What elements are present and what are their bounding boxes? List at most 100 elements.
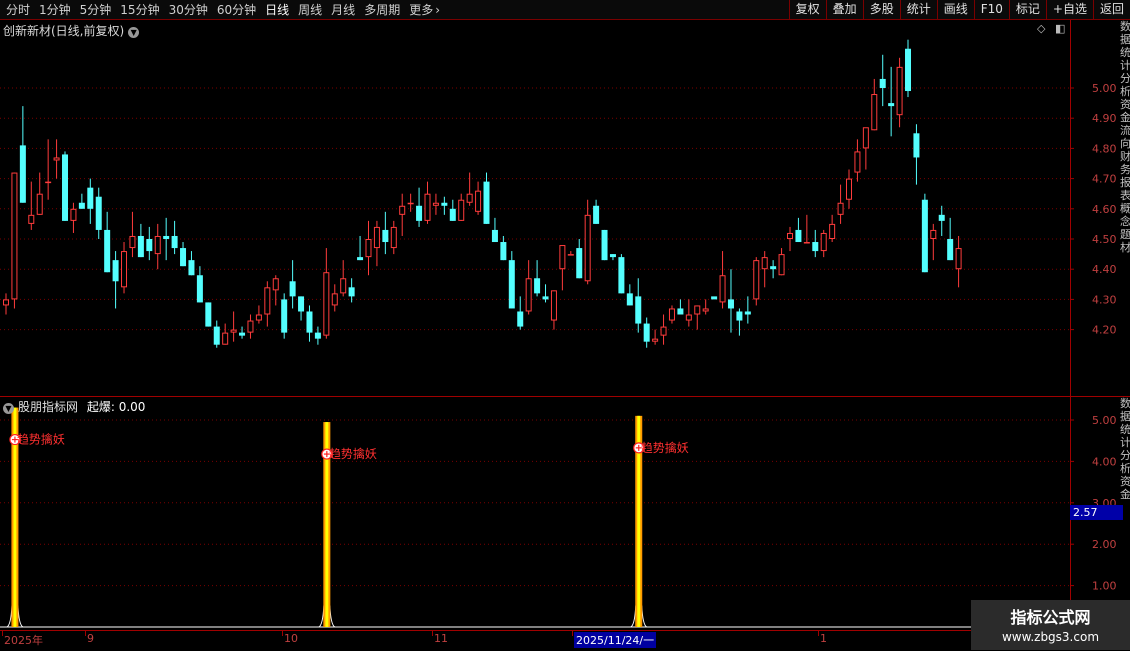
candle-body-up <box>407 202 414 205</box>
panel-divider[interactable] <box>0 396 1130 397</box>
indicator-tick-label: 2.00 <box>1092 538 1117 551</box>
right-side-panel-lower[interactable]: 数据统计分析资金 <box>1120 397 1130 630</box>
candle-body-up <box>129 235 136 249</box>
date-tick <box>818 631 819 636</box>
signal-label: 趋势擒妖 <box>329 446 377 461</box>
candle-body-up <box>668 308 675 321</box>
candle-body-up <box>761 257 768 270</box>
candle-body-down <box>213 326 220 345</box>
candle-body-down <box>905 48 912 92</box>
right-side-panel[interactable]: 数据统计分析资金流向财务报表概念题材 <box>1120 20 1130 397</box>
price-tick-label: 4.60 <box>1092 203 1117 216</box>
indicator-title: ▼ 股朋指标网 起爆: 0.00 <box>3 398 145 415</box>
candle-body-up <box>862 127 869 149</box>
candle-body-up <box>121 251 128 288</box>
candle-body-down <box>19 145 26 203</box>
candle-body-up <box>854 151 861 173</box>
candle-body-down <box>298 296 305 312</box>
candle-body-down <box>618 257 625 294</box>
candle-body-up <box>896 66 903 116</box>
date-label: 2025/11/24/一 <box>574 632 657 648</box>
price-tick-label: 4.20 <box>1092 324 1117 337</box>
candle-body-up <box>36 193 43 215</box>
candle-body-up <box>694 305 701 315</box>
candle-body-down <box>576 248 583 279</box>
candle-body-up <box>559 245 566 270</box>
candle-body-up <box>399 205 406 215</box>
candle-body-up <box>846 178 852 200</box>
candle-body-down <box>542 296 549 300</box>
candle-body-up <box>373 226 380 249</box>
candle-body-down <box>921 199 928 273</box>
candle-body-down <box>626 293 633 306</box>
kline-chart[interactable]: 5.00 4.90 4.80 4.70 4.60 4.50 4.40 4.30 4.20 5.00… <box>0 0 1130 650</box>
candle-body-down <box>196 275 203 303</box>
candle-body-up <box>660 326 667 336</box>
candle-body-up <box>550 290 557 321</box>
candle-body-down <box>348 287 355 297</box>
candle-body-down <box>306 311 313 333</box>
candle-body-down <box>947 239 954 261</box>
candle-body-down <box>643 323 650 342</box>
candle-body-down <box>87 187 94 209</box>
price-tick-label: 4.80 <box>1092 142 1117 155</box>
candle-body-down <box>146 239 153 252</box>
candle-body-down <box>593 205 600 224</box>
candle-body-up <box>11 172 18 300</box>
candle-body-up <box>28 214 35 224</box>
candle-body-up <box>567 254 574 256</box>
chevron-down-icon[interactable]: ▼ <box>3 403 14 414</box>
candle-body-down <box>314 332 321 339</box>
candle-body-down <box>137 235 144 258</box>
candle-body-down <box>180 248 187 267</box>
candle-body-down <box>188 260 195 276</box>
candle-body-down <box>534 278 541 294</box>
candle-body-up <box>786 232 793 240</box>
candle-body-down <box>382 229 389 243</box>
candle-body-up <box>230 329 237 333</box>
candle-body-up <box>584 214 591 282</box>
indicator-tick-label: 5.00 <box>1092 414 1117 427</box>
date-tick <box>2 631 3 636</box>
candle-body-down <box>609 254 616 258</box>
indicator-value: 0.00 <box>118 400 146 414</box>
candle-body-down <box>441 202 448 206</box>
candle-body-down <box>205 302 212 327</box>
indicator-label: 起爆: <box>86 400 115 414</box>
candle-body-down <box>888 103 895 107</box>
date-tick <box>85 631 86 636</box>
candle-body-down <box>78 202 85 209</box>
candle-body-up <box>247 320 254 333</box>
candle-body-down <box>500 242 507 261</box>
candle-body-up <box>837 202 844 215</box>
candle-body-up <box>820 232 827 252</box>
candle-body-up <box>652 338 659 342</box>
candle-body-up <box>331 293 338 306</box>
candle-body-down <box>95 196 102 230</box>
indicator-tick-label: 4.00 <box>1092 455 1117 468</box>
candle-body-down <box>416 205 423 221</box>
candle-body-down <box>938 214 945 221</box>
candle-body-up <box>458 199 465 221</box>
price-tick-label: 4.30 <box>1092 293 1117 306</box>
date-axis: 2025年 9 10 11 2025/11/24/一 1 <box>0 630 1130 651</box>
price-tick-label: 4.90 <box>1092 112 1117 125</box>
candle-body-up <box>3 299 9 306</box>
candle-body-down <box>239 332 246 336</box>
candle-body-up <box>955 248 962 270</box>
current-value-badge: 2.57 <box>1070 505 1123 520</box>
candle-body-down <box>770 266 777 270</box>
candle-body-down <box>727 299 734 309</box>
candle-body-down <box>62 154 69 221</box>
candle-body-up <box>53 157 60 161</box>
watermark-url: www.zbgs3.com <box>1001 630 1100 644</box>
signal-label: 趋势擒妖 <box>17 432 65 447</box>
candle-body-up <box>719 275 726 303</box>
price-axis-line <box>1070 20 1071 397</box>
candle-body-down <box>491 229 498 243</box>
candle-body-up <box>264 287 271 315</box>
indicator-tick-label: 1.00 <box>1092 580 1117 593</box>
candle-body-down <box>483 181 490 224</box>
candle-body-down <box>112 260 119 282</box>
date-label: 11 <box>434 632 448 645</box>
